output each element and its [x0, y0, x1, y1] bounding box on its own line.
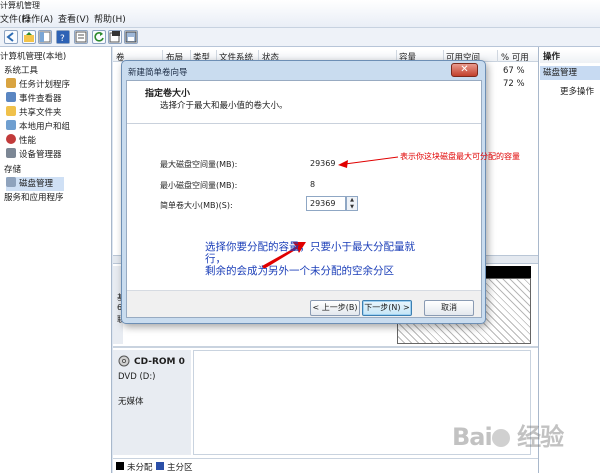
blue-note-line3: 剩余的会成为另外一个未分配的空余分区: [205, 265, 394, 277]
blue-note-line1: 选择你要分配的容量，只要小于最大分配量就: [205, 241, 415, 253]
max-capacity-note: 表示你这块磁盘最大可分配的容量: [400, 152, 520, 161]
red-arrow-line: [344, 156, 399, 165]
red-arrow-head: [338, 160, 348, 168]
annotation-arrows: [262, 156, 399, 269]
watermark-logo: Bai 经验: [452, 423, 564, 451]
